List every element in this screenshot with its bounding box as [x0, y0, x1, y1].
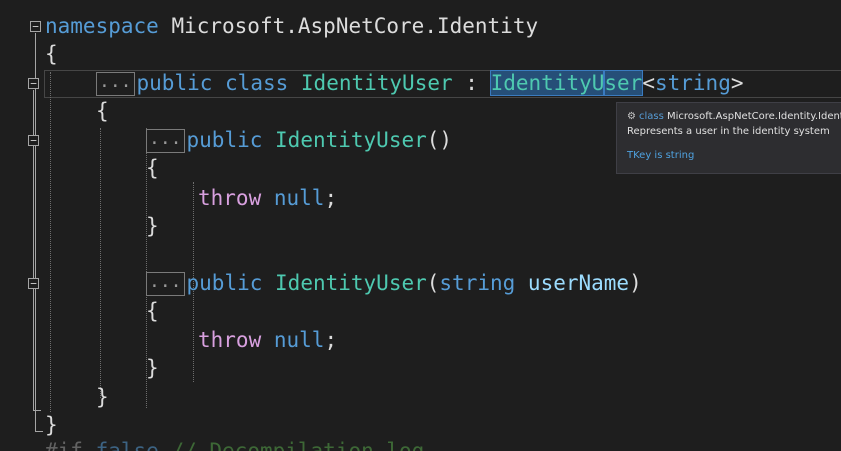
fold-toggle-ctor1[interactable]: −: [28, 135, 39, 146]
close-brace: }: [146, 214, 159, 238]
close-brace: }: [146, 356, 159, 380]
base-type-rest[interactable]: ser: [603, 70, 644, 96]
keyword-throw: throw: [198, 328, 262, 352]
code-line-directive[interactable]: #if false // Decompilation log: [45, 436, 424, 451]
code-editor[interactable]: − − − − namespace Microsoft.AspNetCore.I…: [0, 0, 841, 451]
paren-open: (: [426, 271, 440, 295]
open-brace: {: [146, 156, 159, 180]
keyword-null: null: [273, 328, 325, 352]
generic-open: <: [642, 71, 655, 95]
open-brace: {: [96, 99, 109, 123]
ctor-params: (): [426, 128, 453, 152]
keyword-null: null: [273, 186, 325, 210]
collapsed-region[interactable]: ...: [146, 272, 185, 296]
preprocessor-directive: #if: [45, 439, 83, 451]
code-line-brace: }: [146, 211, 159, 241]
close-brace: }: [45, 413, 58, 437]
tooltip-tkey-value[interactable]: string: [666, 150, 695, 161]
ctor-name: IdentityUser: [275, 128, 427, 152]
class-icon: ⚙: [627, 111, 636, 122]
keyword-public: public: [136, 71, 213, 95]
generic-close: >: [730, 71, 744, 95]
quick-info-tooltip: ⚙ class Microsoft.AspNetCore.Identity.Ide…: [616, 102, 841, 174]
keyword-namespace: namespace: [45, 14, 159, 38]
code-line-throw[interactable]: throw null;: [198, 325, 337, 355]
fold-range-ctor1: [33, 147, 34, 233]
code-line-brace: {: [96, 96, 109, 126]
colon: :: [465, 71, 478, 95]
open-brace: {: [45, 42, 58, 66]
ctor-name: IdentityUser: [275, 271, 427, 295]
close-brace: }: [96, 385, 109, 409]
tooltip-kind: class: [638, 111, 664, 122]
open-brace: {: [146, 299, 159, 323]
tooltip-description: Represents a user in the identity system: [627, 126, 830, 137]
keyword-public: public: [186, 271, 263, 295]
param-name: userName: [527, 271, 630, 295]
code-line-brace: {: [45, 39, 58, 69]
code-line-brace: }: [146, 353, 159, 383]
code-line-brace: {: [146, 296, 159, 326]
namespace-name: Microsoft.AspNetCore.Identity: [171, 14, 539, 38]
tooltip-tkey-label: TKey is: [627, 150, 663, 161]
fold-toggle-class[interactable]: −: [28, 78, 39, 89]
param-type: string: [439, 271, 516, 295]
tooltip-full-name: Microsoft.AspNetCore.Identity.IdentityUs…: [666, 111, 841, 122]
class-name: IdentityUser: [300, 71, 453, 95]
code-line-ctor2[interactable]: ... public IdentityUser(string userName): [146, 268, 642, 298]
code-line-brace: {: [146, 153, 159, 183]
generic-type: string: [654, 71, 731, 95]
semicolon: ;: [324, 186, 338, 210]
fold-toggle-ctor2[interactable]: −: [28, 278, 39, 289]
collapsed-region[interactable]: ...: [96, 72, 135, 96]
indent-guide: [50, 72, 51, 412]
code-line-class[interactable]: ... public class IdentityUser : IdentityU…: [96, 68, 744, 98]
semicolon: ;: [324, 328, 338, 352]
fold-range-ctor2: [33, 290, 34, 376]
code-line-ctor1[interactable]: ... public IdentityUser(): [146, 125, 452, 155]
keyword-public: public: [186, 128, 263, 152]
fold-range-end: [35, 431, 43, 432]
fold-range-namespace: [35, 33, 36, 431]
keyword-throw: throw: [198, 186, 262, 210]
code-line-throw[interactable]: throw null;: [198, 183, 337, 213]
fold-toggle-namespace[interactable]: −: [30, 21, 41, 32]
base-type-selected[interactable]: IdentityU: [489, 70, 606, 96]
code-line-brace: }: [96, 382, 109, 412]
keyword-class: class: [225, 71, 289, 95]
paren-close: ): [629, 271, 642, 295]
code-line-namespace[interactable]: namespace Microsoft.AspNetCore.Identity: [45, 11, 538, 41]
fold-range-end: [33, 410, 41, 411]
collapsed-region[interactable]: ...: [146, 129, 185, 153]
indent-guide: [100, 128, 101, 398]
comment: // Decompilation log: [171, 439, 425, 451]
directive-value: false: [95, 439, 159, 451]
